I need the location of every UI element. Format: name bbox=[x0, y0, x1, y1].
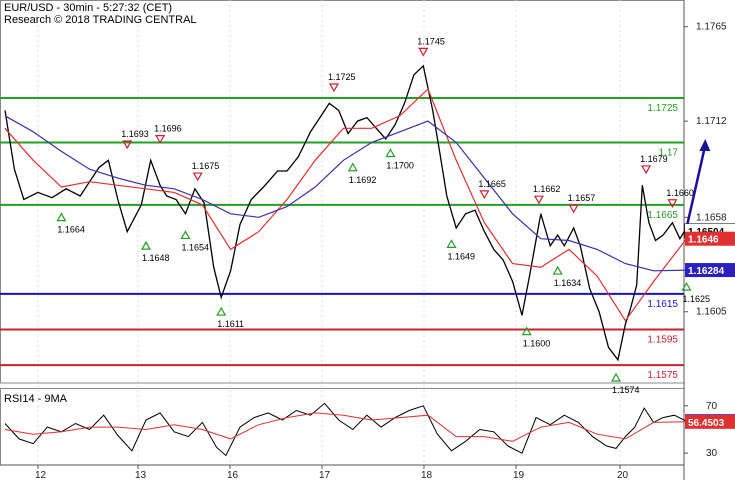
time-axis-tick-label: 17 bbox=[319, 470, 331, 480]
time-axis-tick-label: 18 bbox=[421, 470, 433, 480]
time-axis-tick-label: 20 bbox=[617, 470, 629, 480]
swing-low-label: 1.1654 bbox=[181, 242, 209, 252]
swing-low-label: 1.1625 bbox=[683, 294, 711, 304]
level-label: 1.1725 bbox=[647, 103, 678, 114]
swing-low-label: 1.1648 bbox=[142, 253, 170, 263]
rsi-tag-ma: 56.4503 bbox=[688, 418, 725, 429]
swing-low-marker bbox=[56, 212, 67, 222]
level-label: 1.1665 bbox=[647, 210, 678, 221]
level-label: 1.1615 bbox=[647, 299, 678, 310]
swing-high-label: 1.1725 bbox=[328, 72, 356, 82]
time-axis-tick-label: 19 bbox=[513, 470, 525, 480]
swing-low-label: 1.1600 bbox=[523, 339, 551, 349]
rsi-series-ma bbox=[4, 412, 687, 442]
swing-low-marker bbox=[140, 240, 152, 250]
swing-low-label: 1.1611 bbox=[217, 319, 244, 329]
swing-high-marker bbox=[328, 83, 340, 93]
swing-high-marker bbox=[192, 172, 203, 182]
price-tag-ma_slow: 1.16284 bbox=[688, 266, 725, 277]
swing-low-marker bbox=[180, 230, 191, 240]
swing-high-label: 1.1662 bbox=[533, 184, 561, 194]
swing-low-marker bbox=[347, 162, 358, 172]
projection-arrow-head bbox=[699, 138, 711, 151]
main-panel-frame bbox=[0, 0, 685, 384]
swing-high-label: 1.1745 bbox=[417, 36, 445, 46]
swing-high-marker bbox=[418, 47, 429, 57]
price-axis-tick-label: 1.1765 bbox=[696, 22, 727, 33]
time-axis-tick-label: 16 bbox=[227, 470, 239, 480]
swing-high-label: 1.1679 bbox=[640, 154, 668, 164]
swing-high-label: 1.1675 bbox=[192, 161, 220, 171]
level-label: 1.1595 bbox=[647, 335, 678, 346]
swing-high-marker bbox=[641, 165, 652, 175]
swing-high-marker bbox=[568, 204, 579, 214]
swing-high-label: 1.1660 bbox=[666, 188, 694, 198]
time-axis-tick-label: 13 bbox=[135, 470, 147, 480]
time-axis-tick-label: 12 bbox=[35, 470, 47, 480]
swing-low-label: 1.1700 bbox=[386, 161, 414, 171]
price-axis-tick-label: 1.1712 bbox=[696, 116, 727, 127]
swing-high-label: 1.1696 bbox=[154, 124, 182, 134]
level-label: 1.1575 bbox=[647, 370, 678, 381]
swing-high-marker bbox=[479, 190, 490, 200]
price-axis-tick-label: 1.1605 bbox=[696, 307, 727, 318]
price-chart[interactable]: 1.1605 1.1658 1.1712 1.1765 70 30 12 13 16 17 18 19… bbox=[0, 0, 735, 480]
rsi-axis-tick-label: 70 bbox=[706, 401, 718, 412]
swing-low-label: 1.1649 bbox=[448, 251, 476, 261]
price-tag-ma_fast: 1.1646 bbox=[688, 235, 719, 246]
swing-low-marker bbox=[216, 306, 227, 316]
swing-low-marker bbox=[552, 265, 563, 275]
rsi-axis-tick-label: 30 bbox=[706, 448, 718, 459]
swing-low-label: 1.1664 bbox=[57, 225, 85, 235]
swing-low-label: 1.1634 bbox=[554, 278, 582, 288]
swing-low-marker bbox=[385, 148, 396, 158]
price-axis-tick-label: 1.1658 bbox=[696, 212, 727, 223]
swing-low-label: 1.1574 bbox=[612, 385, 640, 395]
swing-low-label: 1.1692 bbox=[349, 175, 377, 185]
rsi-series-rsi bbox=[4, 402, 687, 457]
swing-low-marker bbox=[610, 372, 622, 382]
chart-window: EUR/USD - 30min - 5:27:32 (CET) Research… bbox=[0, 0, 735, 480]
swing-high-label: 1.1693 bbox=[121, 129, 149, 139]
swing-high-marker bbox=[533, 195, 544, 205]
swing-high-label: 1.1657 bbox=[568, 193, 596, 203]
series-price bbox=[4, 64, 688, 362]
swing-high-label: 1.1665 bbox=[478, 179, 506, 189]
swing-low-marker bbox=[446, 239, 457, 248]
